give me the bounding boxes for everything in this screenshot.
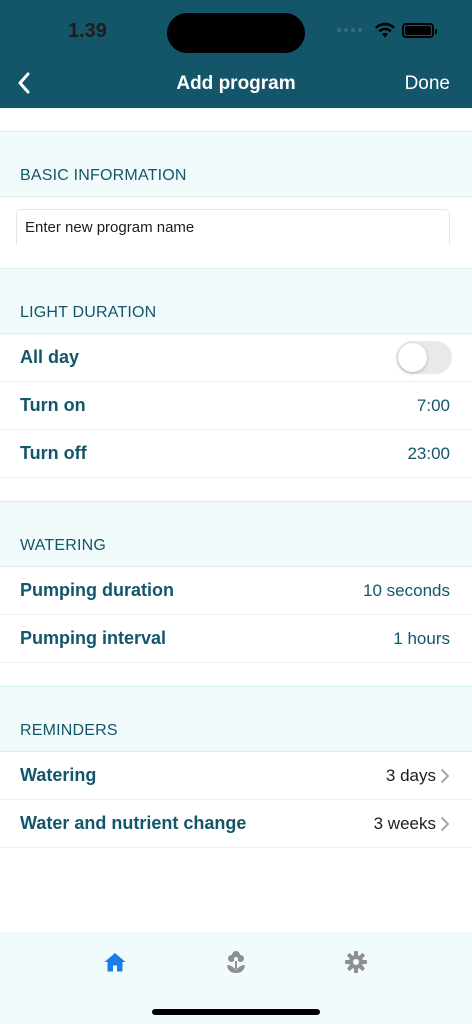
pumping-duration-row[interactable]: Pumping duration 10 seconds — [0, 567, 472, 615]
chevron-right-icon — [441, 768, 449, 783]
gear-icon — [345, 951, 367, 973]
tab-home[interactable] — [101, 948, 129, 976]
section-title: REMINDERS — [20, 722, 118, 739]
tab-plants[interactable] — [222, 948, 250, 976]
program-name-row — [0, 197, 472, 245]
turn-on-label: Turn on — [20, 395, 86, 415]
pumping-interval-label: Pumping interval — [20, 628, 167, 648]
home-indicator — [152, 1009, 320, 1015]
watering-reminder-value-group[interactable]: 3 days — [386, 766, 450, 786]
section-spacer — [0, 478, 472, 502]
section-header-light-duration: LIGHT DURATION — [0, 269, 472, 334]
section-spacer — [0, 663, 472, 687]
home-icon — [104, 953, 126, 972]
battery-icon — [402, 22, 437, 38]
wifi-icon — [375, 22, 395, 38]
plant-icon — [227, 951, 245, 973]
section-title: LIGHT DURATION — [20, 304, 157, 321]
pumping-interval-value[interactable]: 1 hours — [393, 629, 450, 649]
dynamic-island — [167, 13, 305, 53]
pumping-duration-value[interactable]: 10 seconds — [363, 581, 450, 601]
program-name-input[interactable] — [16, 209, 450, 245]
pumping-duration-label: Pumping duration — [20, 580, 174, 600]
all-day-row: All day — [0, 334, 472, 382]
signal-icon — [337, 28, 362, 32]
nutrient-change-value: 3 weeks — [373, 813, 436, 833]
form-content: BASIC INFORMATION LIGHT DURATION All day… — [0, 108, 472, 848]
all-day-label: All day — [20, 347, 80, 367]
status-time: 1.39 — [68, 20, 107, 42]
chevron-right-icon — [441, 816, 449, 831]
page-title: Add program — [176, 73, 296, 94]
turn-on-row[interactable]: Turn on 7:00 — [0, 382, 472, 430]
nutrient-change-label: Water and nutrient change — [20, 813, 247, 833]
toggle-knob — [398, 343, 427, 372]
section-title: BASIC INFORMATION — [20, 167, 187, 184]
section-header-watering: WATERING — [0, 502, 472, 567]
all-day-toggle[interactable] — [396, 341, 452, 374]
watering-reminder-row[interactable]: Watering 3 days — [0, 752, 472, 800]
turn-on-value[interactable]: 7:00 — [417, 396, 450, 416]
watering-reminder-value: 3 days — [385, 765, 436, 785]
section-header-reminders: REMINDERS — [0, 687, 472, 752]
nutrient-change-value-group[interactable]: 3 weeks — [374, 814, 450, 834]
section-spacer — [0, 108, 472, 132]
nutrient-change-row[interactable]: Water and nutrient change 3 weeks — [0, 800, 472, 848]
status-icons — [337, 22, 437, 38]
section-spacer — [0, 245, 472, 269]
navigation-header: 1.39 Add program Done — [0, 0, 472, 108]
section-header-basic-information: BASIC INFORMATION — [0, 132, 472, 197]
done-button[interactable]: Done — [405, 73, 450, 95]
turn-off-label: Turn off — [20, 443, 87, 463]
pumping-interval-row[interactable]: Pumping interval 1 hours — [0, 615, 472, 663]
turn-off-row[interactable]: Turn off 23:00 — [0, 430, 472, 478]
section-title: WATERING — [20, 537, 107, 554]
watering-reminder-label: Watering — [20, 765, 97, 785]
turn-off-value[interactable]: 23:00 — [407, 444, 450, 464]
tab-settings[interactable] — [342, 948, 370, 976]
